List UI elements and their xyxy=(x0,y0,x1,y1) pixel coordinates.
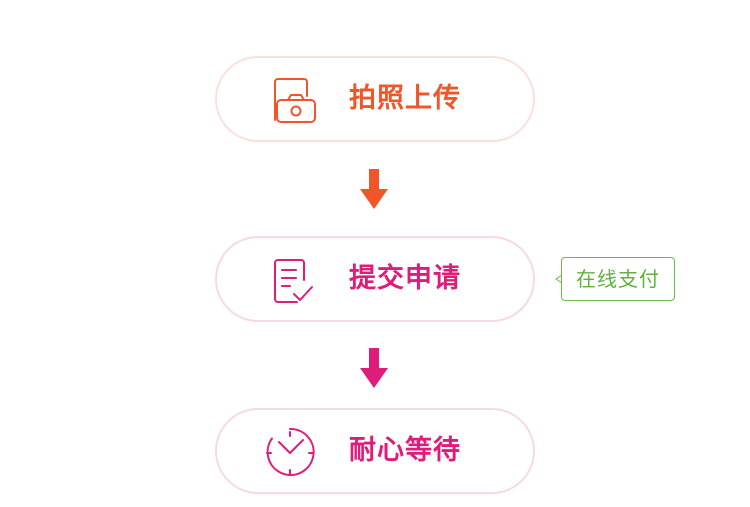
online-payment-tag: 在线支付 xyxy=(561,257,675,301)
online-payment-label: 在线支付 xyxy=(576,267,660,291)
arrow-down-icon xyxy=(360,348,388,388)
step-wait-patiently[interactable]: 耐心等待 xyxy=(215,408,535,494)
step-submit-application[interactable]: 提交申请 xyxy=(215,236,535,322)
clock-icon xyxy=(263,426,317,480)
step-label: 耐心等待 xyxy=(349,435,461,466)
form-check-icon xyxy=(263,254,317,308)
step-label: 拍照上传 xyxy=(349,83,461,114)
camera-icon xyxy=(263,74,317,128)
step-photo-upload[interactable]: 拍照上传 xyxy=(215,56,535,142)
step-label: 提交申请 xyxy=(349,263,461,294)
arrow-down-icon xyxy=(360,169,388,209)
